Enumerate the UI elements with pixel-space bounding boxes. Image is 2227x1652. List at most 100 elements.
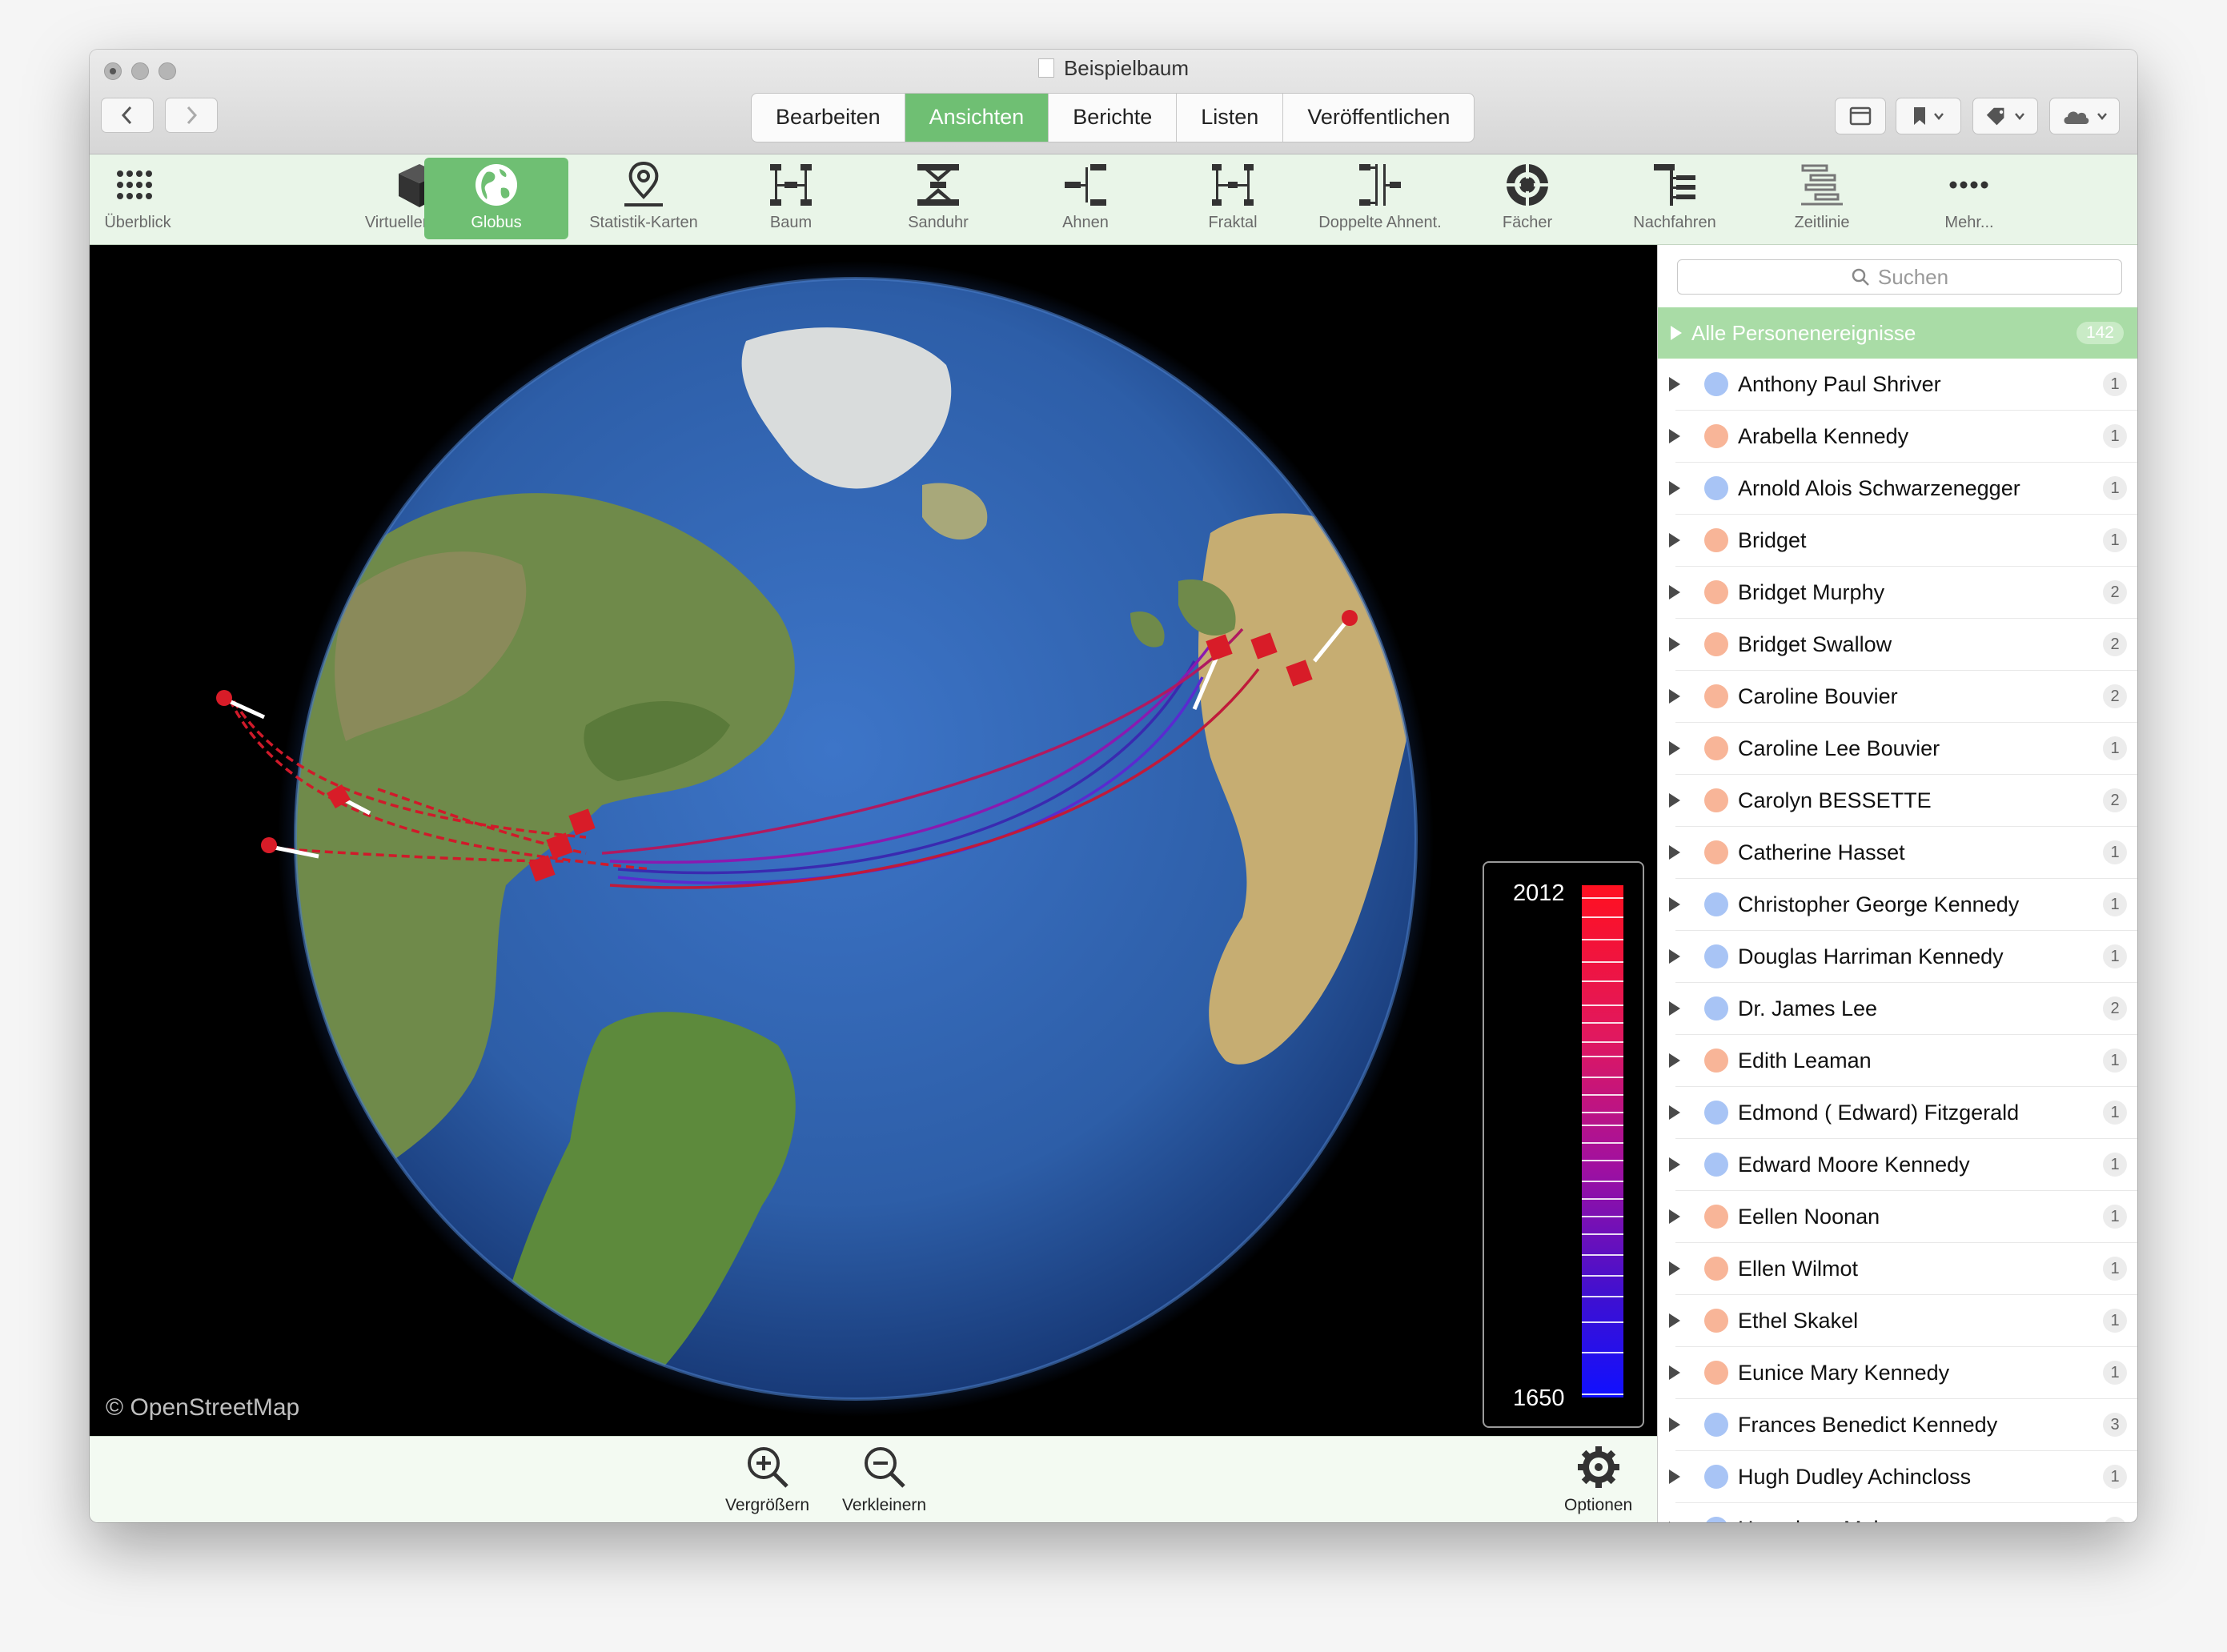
list-item[interactable]: Edmond ( Edward) Fitzgerald 1 [1669, 1087, 2137, 1139]
list-item[interactable]: Carolyn BESSETTE 2 [1669, 775, 2137, 827]
all-person-events-row[interactable]: Alle Personenereignisse 142 [1658, 307, 2137, 359]
list-item[interactable]: Bridget Murphy 2 [1669, 567, 2137, 619]
list-item[interactable]: Eunice Mary Kennedy 1 [1669, 1347, 2137, 1399]
disclosure-triangle-icon[interactable] [1669, 1001, 1680, 1016]
disclosure-triangle-icon[interactable] [1671, 326, 1682, 340]
list-item[interactable]: Douglas Harriman Kennedy 1 [1669, 931, 2137, 983]
gender-dot-icon [1704, 1465, 1728, 1489]
toolbar-ueberblick-label: Überblick [104, 214, 171, 231]
list-item[interactable]: Anthony Paul Shriver 1 [1669, 359, 2137, 411]
toolbar-ahnen[interactable]: Ahnen [1013, 158, 1158, 239]
tab-bearbeiten[interactable]: Bearbeiten [752, 94, 905, 142]
toolbar-doppelte-ahnent[interactable]: Doppelte Ahnent. [1308, 158, 1452, 239]
list-item[interactable]: Humphrey Mahoney 1 [1669, 1503, 2137, 1522]
globe-map-view[interactable]: © OpenStreetMap 2012 1650 [90, 245, 1657, 1436]
disclosure-triangle-icon[interactable] [1669, 1053, 1680, 1068]
disclosure-triangle-icon[interactable] [1669, 481, 1680, 495]
disclosure-triangle-icon[interactable] [1669, 845, 1680, 860]
disclosure-triangle-icon[interactable] [1669, 1313, 1680, 1328]
zoom-out-button[interactable]: Verkleinern [842, 1443, 926, 1515]
list-item[interactable]: Dr. James Lee 2 [1669, 983, 2137, 1035]
toolbar-ahnen-label: Ahnen [1062, 214, 1109, 231]
disclosure-triangle-icon[interactable] [1669, 1105, 1680, 1120]
disclosure-triangle-icon[interactable] [1669, 429, 1680, 443]
year-color-legend: 2012 1650 [1483, 861, 1644, 1428]
tag-button[interactable] [1972, 98, 2038, 134]
person-name: Douglas Harriman Kennedy [1738, 944, 2004, 968]
list-item[interactable]: Ethel Skakel 1 [1669, 1295, 2137, 1347]
person-list: Anthony Paul Shriver 1 Arabella Kennedy 1 Ar… [1658, 359, 2137, 1522]
disclosure-triangle-icon[interactable] [1669, 1157, 1680, 1172]
double-ancestors-icon [1359, 164, 1401, 206]
list-item[interactable]: Edward Moore Kennedy 1 [1669, 1139, 2137, 1191]
back-button[interactable] [101, 98, 154, 133]
list-item[interactable]: Frances Benedict Kennedy 3 [1669, 1399, 2137, 1451]
tab-veroeffentlichen[interactable]: Veröffentlichen [1283, 94, 1474, 142]
toolbar-statistik-karten[interactable]: Statistik-Karten [572, 158, 716, 239]
list-item[interactable]: Caroline Lee Bouvier 1 [1669, 723, 2137, 775]
tab-ansichten[interactable]: Ansichten [905, 94, 1049, 142]
list-item[interactable]: Caroline Bouvier 2 [1669, 671, 2137, 723]
disclosure-triangle-icon[interactable] [1669, 1365, 1680, 1380]
globe-canvas[interactable] [90, 245, 1657, 1436]
gender-dot-icon [1704, 580, 1728, 604]
disclosure-triangle-icon[interactable] [1669, 1209, 1680, 1224]
list-item[interactable]: Edith Leaman 1 [1669, 1035, 2137, 1087]
map-pin-icon [624, 161, 663, 206]
toolbar-nachfahren[interactable]: Nachfahren [1603, 158, 1747, 239]
event-count-badge: 2 [2103, 788, 2127, 812]
list-item[interactable]: Bridget Swallow 2 [1669, 619, 2137, 671]
all-person-events-label: Alle Personenereignisse [1691, 320, 1916, 345]
disclosure-triangle-icon[interactable] [1669, 533, 1680, 547]
disclosure-triangle-icon[interactable] [1669, 897, 1680, 912]
options-button[interactable]: Optionen [1564, 1443, 1632, 1515]
disclosure-triangle-icon[interactable] [1669, 689, 1680, 704]
toolbar-zeitlinie[interactable]: Zeitlinie [1750, 158, 1894, 239]
list-item[interactable]: Eellen Noonan 1 [1669, 1191, 2137, 1243]
disclosure-triangle-icon[interactable] [1669, 949, 1680, 964]
toolbar-zeitlinie-label: Zeitlinie [1794, 214, 1850, 231]
cloud-button[interactable] [2049, 98, 2120, 134]
main-segmented-control: Bearbeiten Ansichten Berichte Listen Ver… [751, 93, 1475, 142]
toolbar-faecher-label: Fächer [1502, 214, 1553, 231]
toolbar-faecher[interactable]: Fächer [1455, 158, 1599, 239]
disclosure-triangle-icon[interactable] [1669, 793, 1680, 808]
disclosure-triangle-icon[interactable] [1669, 637, 1680, 652]
timeline-icon [1801, 164, 1843, 206]
sidebar-toggle-button[interactable] [1835, 98, 1886, 134]
bookmark-button[interactable] [1896, 98, 1961, 134]
toolbar-fraktal[interactable]: Fraktal [1161, 158, 1305, 239]
person-name: Bridget [1738, 527, 1807, 552]
toolbar-globus[interactable]: Globus [424, 158, 568, 239]
list-item[interactable]: Ellen Wilmot 1 [1669, 1243, 2137, 1295]
tab-berichte[interactable]: Berichte [1049, 94, 1178, 142]
descendants-icon [1654, 164, 1695, 206]
search-field[interactable]: Suchen [1677, 259, 2122, 295]
disclosure-triangle-icon[interactable] [1669, 1417, 1680, 1432]
person-name: Carolyn BESSETTE [1738, 788, 1932, 812]
toolbar-mehr[interactable]: Mehr... [1897, 158, 2041, 239]
list-item[interactable]: Hugh Dudley Achincloss 1 [1669, 1451, 2137, 1503]
zoom-out-label: Verkleinern [842, 1496, 927, 1514]
disclosure-triangle-icon[interactable] [1669, 377, 1680, 391]
toolbar-baum[interactable]: Baum [719, 158, 863, 239]
disclosure-triangle-icon[interactable] [1669, 1261, 1680, 1276]
forward-button[interactable] [165, 98, 218, 133]
tag-icon [1986, 107, 2004, 126]
tab-listen[interactable]: Listen [1177, 94, 1284, 142]
gender-dot-icon [1704, 1257, 1728, 1281]
disclosure-triangle-icon[interactable] [1669, 585, 1680, 599]
zoom-in-button[interactable]: Vergrößern [725, 1443, 809, 1515]
disclosure-triangle-icon[interactable] [1669, 1470, 1680, 1484]
list-item[interactable]: Arnold Alois Schwarzenegger 1 [1669, 463, 2137, 515]
disclosure-triangle-icon[interactable] [1669, 741, 1680, 756]
list-item[interactable]: Catherine Hasset 1 [1669, 827, 2137, 879]
gender-dot-icon [1704, 788, 1728, 812]
list-item[interactable]: Arabella Kennedy 1 [1669, 411, 2137, 463]
chevron-down-icon [2015, 113, 2024, 120]
options-label: Optionen [1564, 1496, 1633, 1514]
list-item[interactable]: Bridget 1 [1669, 515, 2137, 567]
list-item[interactable]: Christopher George Kennedy 1 [1669, 879, 2137, 931]
toolbar-ueberblick[interactable]: Überblick [90, 158, 210, 239]
toolbar-sanduhr[interactable]: Sanduhr [866, 158, 1010, 239]
